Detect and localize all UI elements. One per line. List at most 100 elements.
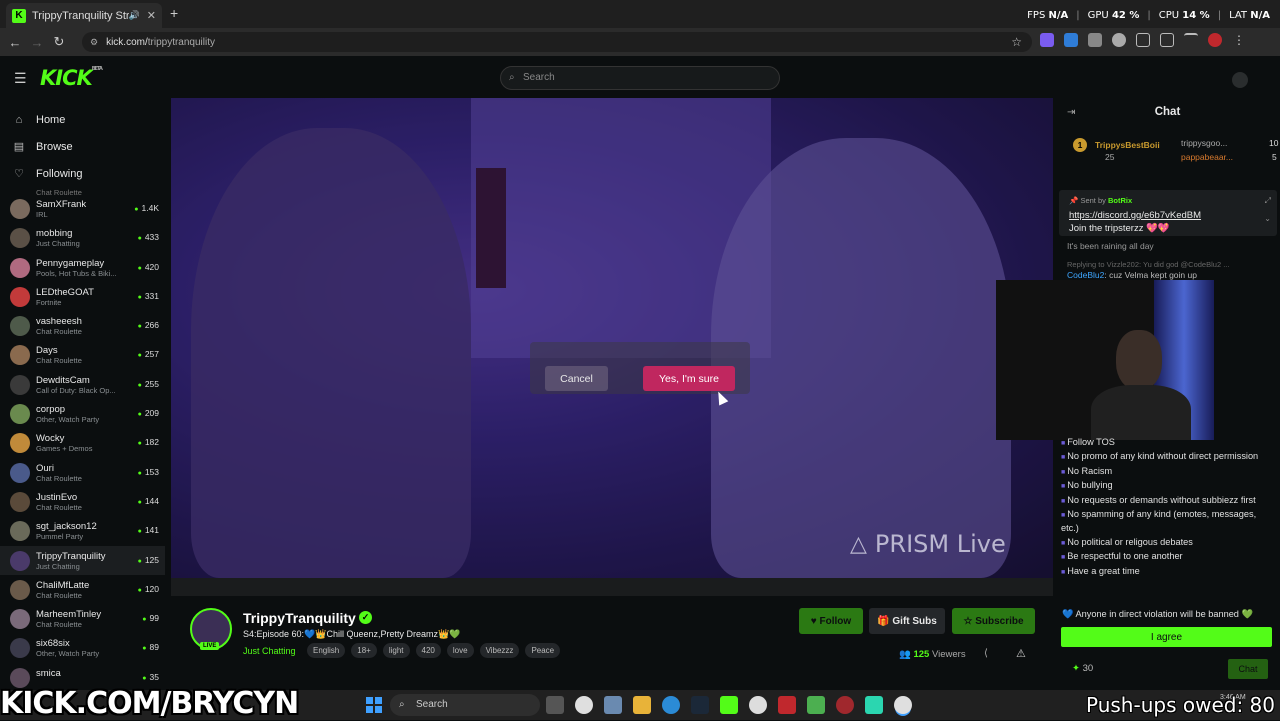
app-icon[interactable] bbox=[865, 696, 883, 714]
sidebar-channel[interactable]: LEDtheGOATFortnite331 bbox=[0, 282, 165, 311]
sidebar-channel[interactable]: sgt_jackson12Pummel Party141 bbox=[0, 516, 165, 545]
gifter-name[interactable]: trippysgoo... bbox=[1181, 138, 1227, 148]
channel-viewers: 144 bbox=[138, 496, 159, 506]
sidebar-channel[interactable]: OuriChat Roulette153 bbox=[0, 458, 165, 487]
unpin-icon[interactable]: ⤢ bbox=[1265, 196, 1271, 206]
media-icon[interactable] bbox=[1184, 33, 1198, 47]
report-icon[interactable]: ⚠ bbox=[1016, 647, 1026, 660]
sidebar-channel[interactable]: DewditsCamCall of Duty: Black Op...255 bbox=[0, 370, 165, 399]
video-controls-bar bbox=[171, 578, 1053, 596]
stream-tag[interactable]: love bbox=[446, 643, 474, 658]
stream-tag[interactable]: Vibezzz bbox=[479, 643, 520, 658]
channel-avatar bbox=[10, 521, 30, 542]
sidebar-channel[interactable]: corpopOther, Watch Party209 bbox=[0, 399, 165, 428]
bookmark-star-icon[interactable]: ☆ bbox=[1011, 35, 1022, 49]
chat-username[interactable]: CodeBlu2 bbox=[1067, 270, 1104, 280]
speaker-icon[interactable]: 🔊 bbox=[129, 10, 140, 21]
modal-backdrop[interactable] bbox=[171, 98, 1053, 578]
site-info-icon[interactable]: ⚙ bbox=[90, 37, 98, 48]
sidebar-channel[interactable]: ChaliMfLatteChat Roulette120 bbox=[0, 575, 165, 604]
sidebar-channel[interactable]: mobbingJust Chatting433 bbox=[0, 223, 165, 252]
nav-following[interactable]: ♡ Following bbox=[0, 160, 165, 187]
gifter-name[interactable]: pappabeaar... bbox=[1181, 152, 1233, 162]
puzzle-icon[interactable] bbox=[1136, 33, 1150, 47]
nav-home[interactable]: ⌂ Home bbox=[0, 106, 165, 133]
channel-category: Chat Roulette bbox=[36, 502, 82, 512]
edge-icon[interactable] bbox=[662, 696, 680, 714]
sidebar-channel[interactable]: TrippyTranquilityJust Chatting125 bbox=[0, 545, 165, 575]
extension-icon[interactable] bbox=[1064, 33, 1078, 47]
chat-send-button[interactable]: Chat bbox=[1228, 659, 1268, 679]
stream-tag[interactable]: Peace bbox=[525, 643, 561, 658]
channel-category: Pools, Hot Tubs & Biki... bbox=[36, 268, 117, 278]
stream-tag[interactable]: English bbox=[307, 643, 346, 658]
sidebar-channel[interactable]: six68sixOther, Watch Party89 bbox=[0, 633, 165, 662]
nav-browse[interactable]: ▤ Browse bbox=[0, 133, 165, 160]
sidepanel-icon[interactable] bbox=[1160, 33, 1174, 47]
steam-icon[interactable] bbox=[691, 696, 709, 714]
app-icon[interactable] bbox=[778, 696, 796, 714]
pinned-link[interactable]: https://discord.gg/e6b7vKedBM bbox=[1069, 210, 1249, 222]
extension-icon[interactable] bbox=[1112, 33, 1126, 47]
stream-tag[interactable]: light bbox=[382, 643, 410, 658]
agree-button[interactable]: I agree bbox=[1061, 627, 1272, 647]
task-view-icon[interactable] bbox=[546, 696, 564, 714]
sidebar-channel[interactable]: vasheeeshChat Roulette266 bbox=[0, 311, 165, 340]
stream-category[interactable]: Just Chatting bbox=[243, 646, 296, 656]
subscribe-button[interactable]: ☆ Subscribe bbox=[952, 608, 1035, 634]
follow-button[interactable]: ♥ Follow bbox=[799, 608, 863, 634]
viewers-icon: 👥 bbox=[899, 649, 914, 660]
stream-tag[interactable]: 420 bbox=[415, 643, 441, 658]
sidebar-channel[interactable]: SamXFrankIRL1.4K bbox=[0, 194, 165, 223]
channel-viewers: 125 bbox=[138, 555, 159, 565]
top-gifters: 1 TrippysBestBoii 25 trippysgoo... 10 pa… bbox=[1069, 134, 1278, 166]
cancel-button[interactable]: Cancel bbox=[545, 366, 608, 391]
sidebar-channel[interactable]: MarheemTinleyChat Roulette99 bbox=[0, 604, 165, 633]
confirm-button[interactable]: Yes, I'm sure bbox=[643, 366, 735, 391]
kebab-menu-icon[interactable]: ⋮ bbox=[1232, 33, 1246, 47]
extension-icon[interactable] bbox=[1088, 33, 1102, 47]
chrome-active-icon[interactable] bbox=[894, 696, 912, 714]
pinned-message[interactable]: 📌 Sent by BotRix https://discord.gg/e6b7… bbox=[1059, 190, 1277, 236]
app-icon[interactable] bbox=[720, 696, 738, 714]
forward-icon[interactable]: → bbox=[26, 35, 48, 50]
app-icon[interactable] bbox=[836, 696, 854, 714]
settings-icon[interactable] bbox=[604, 696, 622, 714]
sidebar-channel[interactable]: PennygameplayPools, Hot Tubs & Biki...42… bbox=[0, 253, 165, 282]
channel-points[interactable]: ✦ 30 bbox=[1072, 663, 1093, 674]
chrome-icon[interactable] bbox=[575, 696, 593, 714]
reload-icon[interactable]: ↻ bbox=[48, 34, 70, 50]
webcam-person-body bbox=[1091, 385, 1191, 440]
cpu-label: CPU bbox=[1158, 10, 1180, 21]
browser-tab[interactable]: K TrippyTranquility Stream - V 🔊 ✕ bbox=[6, 3, 162, 28]
stream-tag[interactable]: 18+ bbox=[351, 643, 377, 658]
new-tab-button[interactable]: + bbox=[170, 5, 178, 21]
channel-avatar bbox=[10, 667, 30, 688]
sidebar-channel[interactable]: DaysChat Roulette257 bbox=[0, 340, 165, 369]
kick-logo[interactable]: KICKBETA bbox=[40, 66, 103, 90]
taskbar-search[interactable]: ⌕ Search bbox=[390, 694, 540, 716]
windows-start-icon[interactable] bbox=[366, 697, 382, 713]
gifter-name[interactable]: TrippysBestBoii bbox=[1095, 140, 1160, 150]
share-icon[interactable]: ⟨ bbox=[984, 648, 988, 659]
back-icon[interactable]: ← bbox=[4, 35, 26, 50]
channel-category: Fortnite bbox=[36, 297, 62, 307]
streamer-name[interactable]: TrippyTranquility bbox=[243, 610, 356, 626]
tab-close-icon[interactable]: ✕ bbox=[147, 9, 156, 22]
address-bar[interactable]: ⚙ kick.com/trippytranquility ☆ bbox=[82, 32, 1032, 52]
gift-subs-button[interactable]: 🎁 Gift Subs bbox=[869, 608, 945, 634]
profile-icon[interactable] bbox=[1208, 33, 1222, 47]
sidebar-channel[interactable]: JustinEvoChat Roulette144 bbox=[0, 487, 165, 516]
menu-icon[interactable]: ☰ bbox=[14, 70, 27, 87]
file-explorer-icon[interactable] bbox=[633, 696, 651, 714]
search-input[interactable]: ⌕ Search bbox=[500, 66, 780, 90]
app-icon[interactable] bbox=[749, 696, 767, 714]
sidebar-channel[interactable]: WockyGames + Demos182 bbox=[0, 428, 165, 457]
channel-category: Call of Duty: Black Op... bbox=[36, 385, 116, 395]
app-icon[interactable] bbox=[807, 696, 825, 714]
extension-icon[interactable] bbox=[1040, 33, 1054, 47]
user-avatar[interactable] bbox=[1232, 72, 1248, 88]
expand-icon[interactable]: ⌄ bbox=[1264, 214, 1271, 223]
gift-label: Gift Subs bbox=[892, 615, 937, 627]
channel-avatar bbox=[10, 491, 30, 512]
